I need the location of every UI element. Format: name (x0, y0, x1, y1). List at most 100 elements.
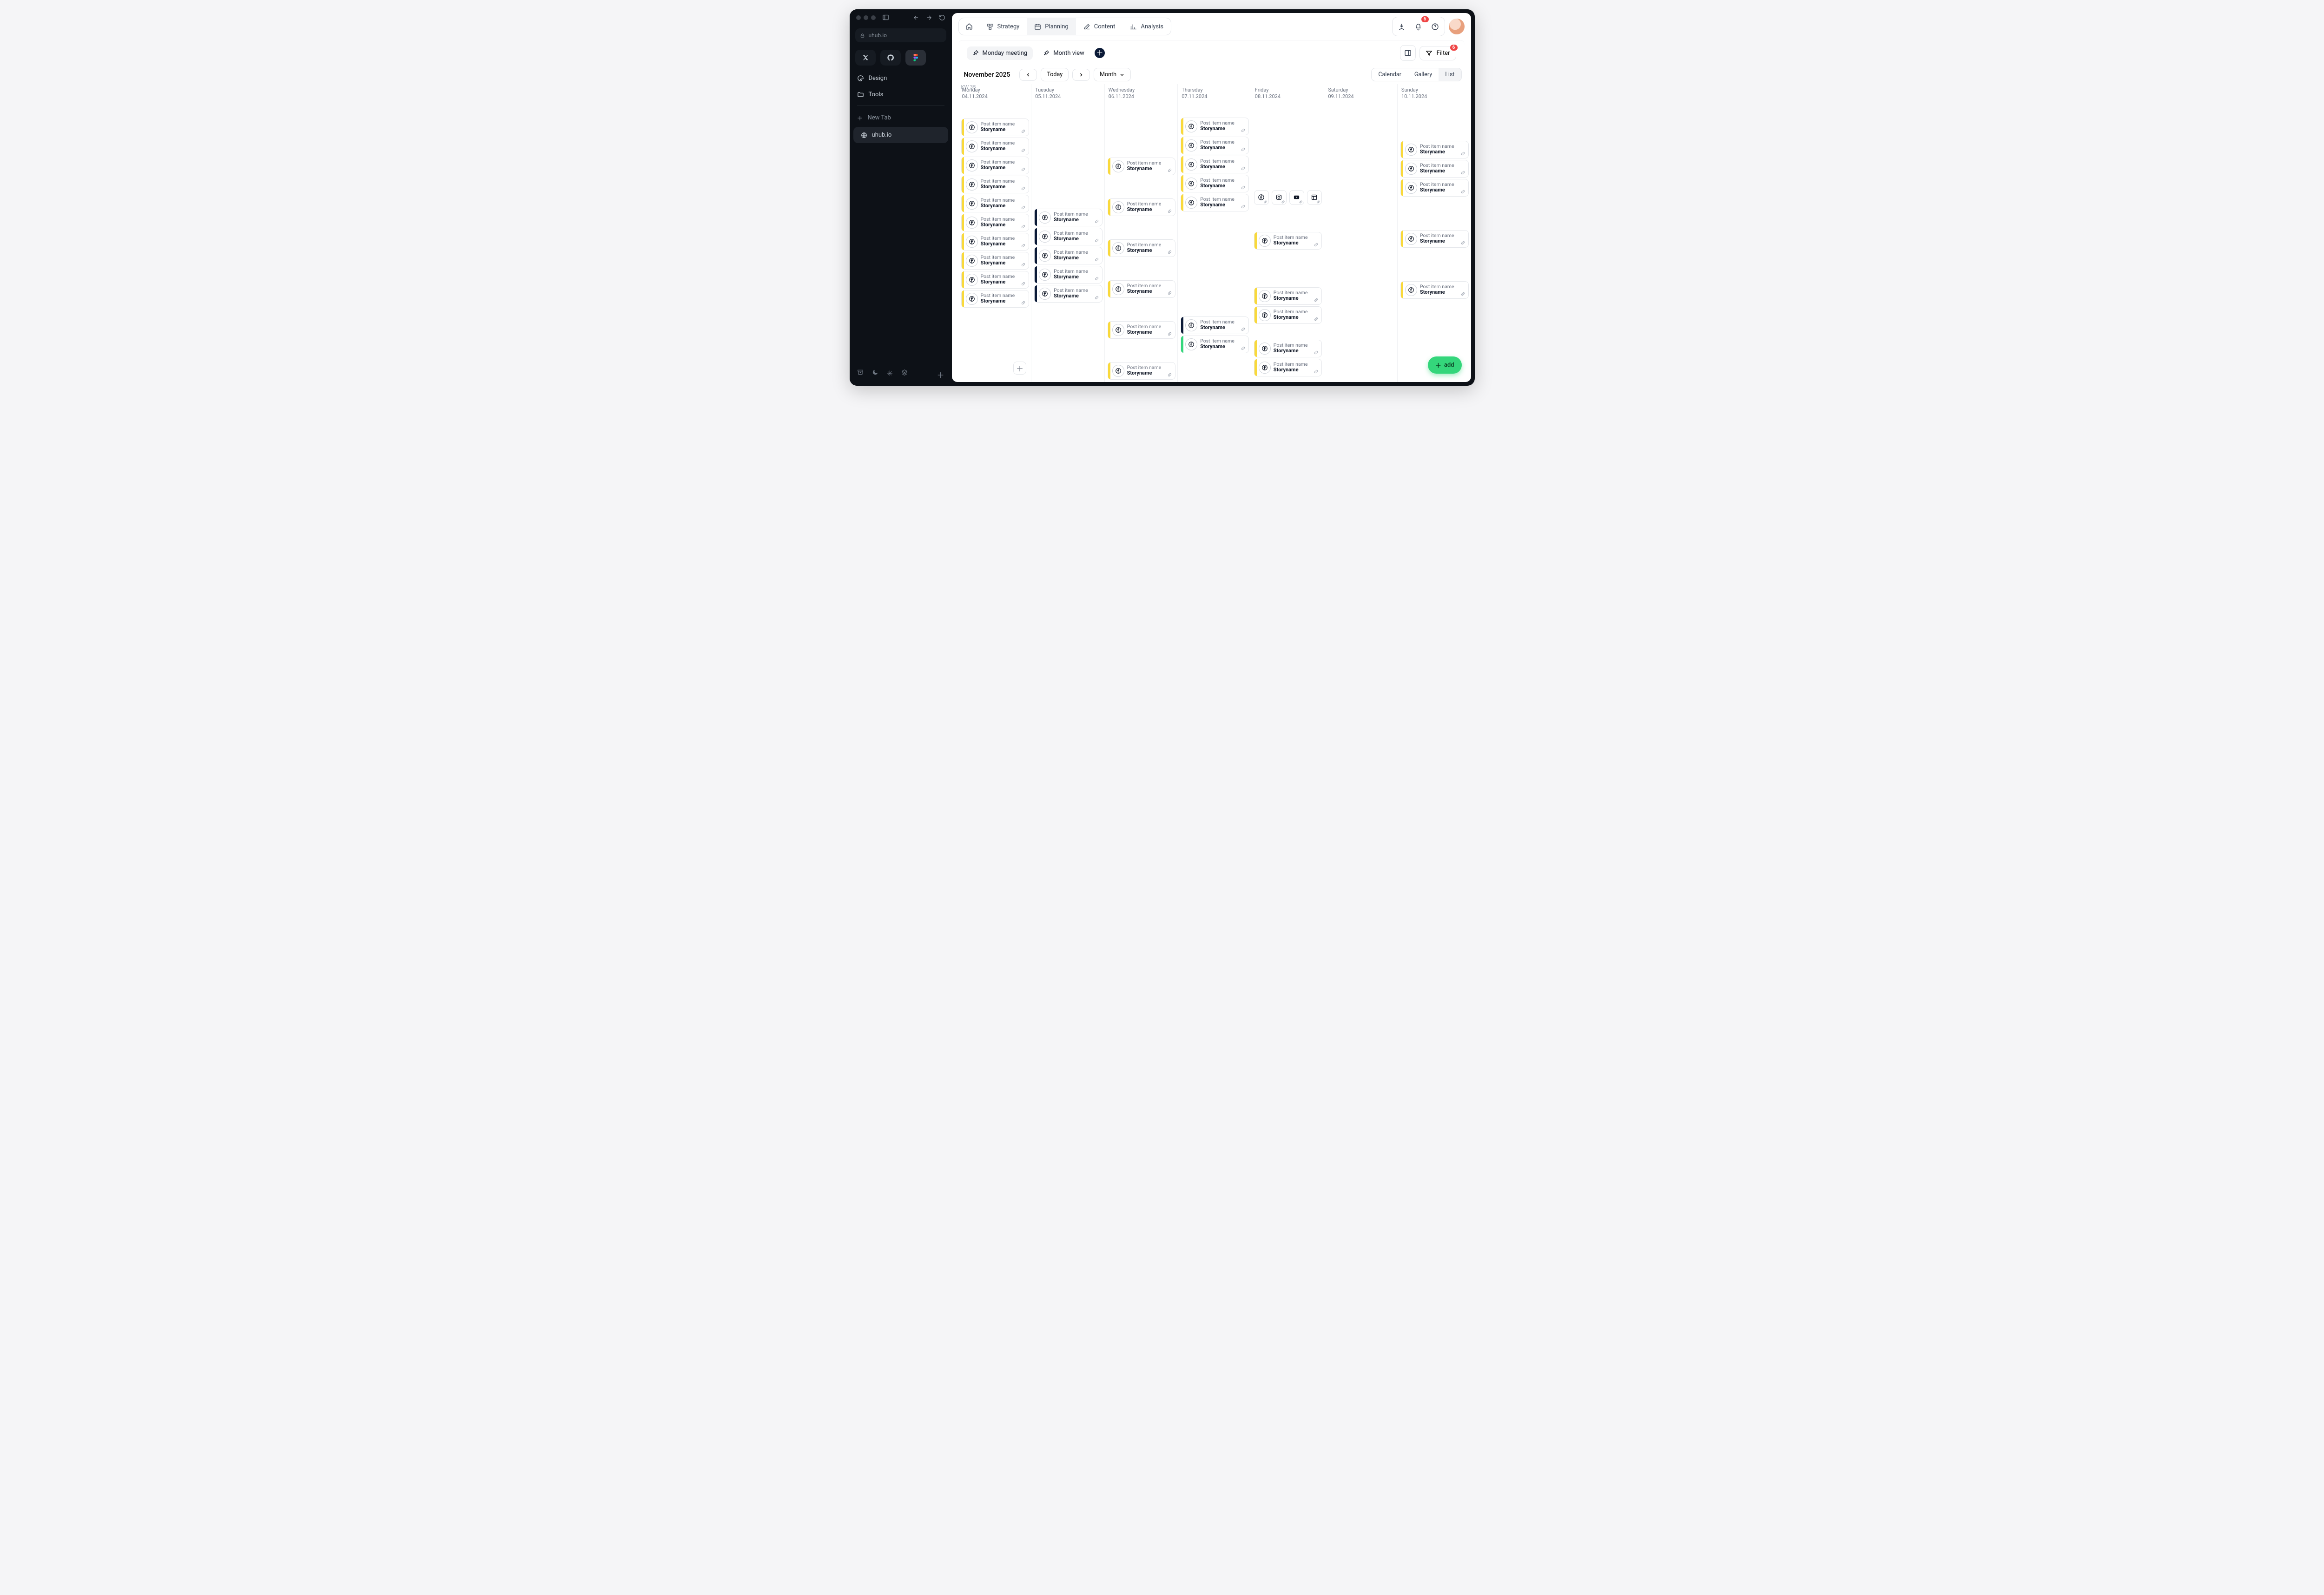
view-calendar[interactable]: Calendar (1372, 68, 1408, 81)
plus-icon[interactable]: ＋ (937, 369, 944, 380)
sparkle-icon[interactable]: ✳ (887, 369, 893, 380)
nav-reload-icon[interactable] (939, 14, 945, 21)
post-card[interactable]: Post item nameStoryname (1254, 306, 1322, 324)
plus-icon: ＋ (857, 113, 863, 122)
mini-card[interactable] (1289, 190, 1304, 205)
post-card[interactable]: Post item nameStoryname (1254, 232, 1322, 250)
post-card[interactable]: Post item nameStoryname (961, 176, 1030, 193)
address-bar[interactable]: uhub.io (855, 28, 946, 42)
nav-back-icon[interactable] (913, 14, 919, 21)
post-card[interactable]: Post item nameStoryname (961, 138, 1030, 155)
nav-analysis[interactable]: Analysis (1122, 18, 1171, 35)
post-card[interactable]: Post item nameStoryname (1034, 209, 1103, 226)
post-card[interactable]: Post item nameStoryname (1400, 141, 1469, 158)
notifications-button[interactable]: 6 (1410, 18, 1427, 35)
post-card[interactable]: Post item nameStoryname (1400, 179, 1469, 197)
nav-strategy[interactable]: Strategy (979, 18, 1027, 35)
add-fab[interactable]: ＋ add (1428, 356, 1462, 374)
post-card[interactable]: Post item nameStoryname (1181, 194, 1249, 211)
channel-icon (1405, 182, 1417, 194)
browser-side-design[interactable]: Design (850, 70, 952, 86)
post-card[interactable]: Post item nameStoryname (1254, 287, 1322, 305)
post-card[interactable]: Post item nameStoryname (1034, 247, 1103, 264)
nav-forward-icon[interactable] (926, 14, 932, 21)
post-card[interactable]: Post item nameStoryname (1181, 316, 1249, 334)
post-card[interactable]: Post item nameStoryname (1400, 230, 1469, 248)
mini-card[interactable] (1272, 190, 1287, 205)
user-avatar[interactable] (1449, 19, 1465, 34)
today-button[interactable]: Today (1041, 68, 1069, 81)
browser-quick-row (855, 50, 946, 66)
post-card[interactable]: Post item nameStoryname (1400, 160, 1469, 178)
post-card[interactable]: Post item nameStoryname (961, 119, 1030, 136)
download-button[interactable] (1393, 18, 1410, 35)
nav-content[interactable]: Content (1076, 18, 1123, 35)
channel-icon (1185, 178, 1197, 190)
post-card[interactable]: Post item nameStoryname (961, 195, 1030, 212)
month-title[interactable]: November 2025 (961, 68, 1016, 81)
post-card[interactable]: Post item nameStoryname (961, 157, 1030, 174)
post-card[interactable]: Post item nameStoryname (961, 214, 1030, 231)
post-card[interactable]: Post item nameStoryname (1034, 285, 1103, 303)
range-dropdown[interactable]: Month (1094, 68, 1131, 81)
post-card[interactable]: Post item nameStoryname (1034, 266, 1103, 283)
post-card[interactable]: Post item nameStoryname (1400, 281, 1469, 299)
sidebar-toggle-icon[interactable] (882, 14, 889, 21)
archive-icon[interactable] (857, 369, 864, 380)
post-card[interactable]: Post item nameStoryname (1181, 175, 1249, 192)
channel-icon (1185, 319, 1197, 331)
post-card[interactable]: Post item nameStoryname (1108, 362, 1176, 380)
nav-home[interactable] (959, 18, 979, 35)
browser-new-tab[interactable]: ＋ New Tab (850, 109, 952, 127)
moon-icon[interactable] (872, 369, 878, 380)
post-card[interactable]: Post item nameStoryname (1108, 158, 1176, 175)
post-card[interactable]: Post item nameStoryname (1181, 156, 1249, 173)
post-card[interactable]: Post item nameStoryname (1254, 359, 1322, 376)
add-pinned-button[interactable]: ＋ (1095, 48, 1105, 58)
color-stripe (1181, 175, 1183, 192)
main-app: Strategy Planning Content Analysis (952, 13, 1471, 382)
post-card[interactable]: Post item nameStoryname (1181, 137, 1249, 154)
post-card[interactable]: Post item nameStoryname (1108, 280, 1176, 298)
filter-button[interactable]: Filter 6 (1419, 46, 1456, 60)
view-gallery[interactable]: Gallery (1408, 68, 1439, 81)
controls-bar: November 2025 Today Month Calendar Galle… (952, 63, 1471, 84)
post-card[interactable]: Post item nameStoryname (1108, 198, 1176, 216)
color-stripe (962, 157, 964, 174)
view-list[interactable]: List (1439, 68, 1461, 81)
quick-github[interactable] (880, 50, 901, 66)
mini-card[interactable] (1254, 190, 1269, 205)
browser-side-tools[interactable]: Tools (850, 86, 952, 103)
post-card[interactable]: Post item nameStoryname (1108, 239, 1176, 257)
post-card[interactable]: Post item nameStoryname (1181, 336, 1249, 353)
add-card-button[interactable]: ＋ (1013, 362, 1026, 375)
filter-icon (1426, 50, 1433, 57)
nav-planning[interactable]: Planning (1027, 18, 1076, 35)
help-button[interactable] (1427, 18, 1444, 35)
post-card[interactable]: Post item nameStoryname (961, 271, 1030, 289)
quick-x[interactable] (855, 50, 876, 66)
color-stripe (1108, 322, 1110, 338)
channel-icon (966, 236, 978, 248)
post-card[interactable]: Post item nameStoryname (1034, 228, 1103, 245)
address-text: uhub.io (869, 32, 887, 39)
next-period-button[interactable] (1072, 69, 1090, 81)
strategy-icon (987, 23, 994, 30)
browser-tab-active[interactable]: uhub.io (853, 127, 948, 143)
day-header: Saturday09.11.2024 (1327, 87, 1395, 100)
post-card[interactable]: Post item nameStoryname (961, 290, 1030, 308)
panel-toggle-button[interactable] (1400, 45, 1416, 61)
post-card[interactable]: Post item nameStoryname (1181, 118, 1249, 135)
pinned-view-1[interactable]: Monday meeting (967, 46, 1033, 60)
prev-period-button[interactable] (1019, 69, 1037, 81)
post-card[interactable]: Post item nameStoryname (961, 233, 1030, 250)
post-card[interactable]: Post item nameStoryname (1108, 321, 1176, 339)
mini-card[interactable] (1307, 190, 1322, 205)
post-card[interactable]: Post item nameStoryname (1254, 340, 1322, 357)
quick-figma[interactable] (905, 50, 926, 66)
chart-icon (1130, 23, 1137, 30)
stack-icon[interactable] (901, 369, 908, 380)
post-card[interactable]: Post item nameStoryname (961, 252, 1030, 270)
pinned-view-2[interactable]: Month view (1037, 46, 1090, 60)
color-stripe (962, 119, 964, 136)
